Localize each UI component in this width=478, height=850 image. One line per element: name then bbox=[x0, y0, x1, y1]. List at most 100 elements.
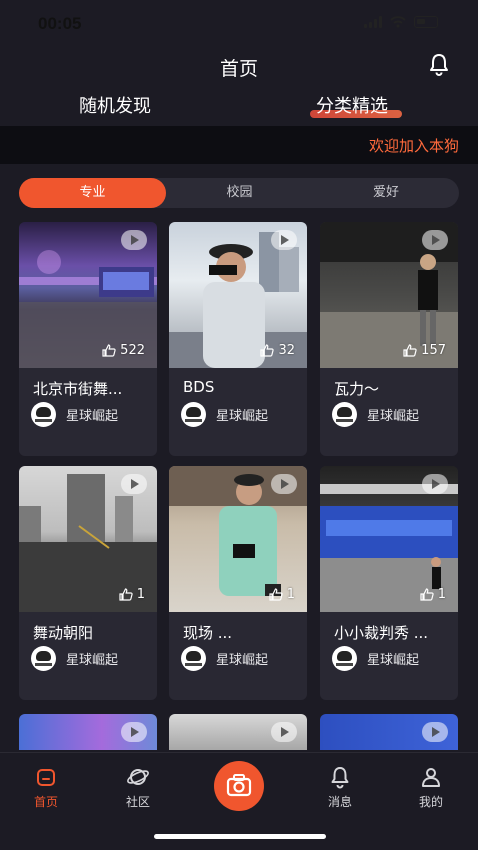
announcement-marquee: 欢迎加入本狗 bbox=[0, 126, 478, 164]
marquee-text: 欢迎加入本狗 bbox=[369, 137, 460, 155]
battery-icon bbox=[414, 16, 438, 28]
author: 星球崛起 bbox=[181, 646, 268, 671]
like-count: 1 bbox=[119, 587, 145, 602]
bell-icon bbox=[331, 767, 349, 789]
video-card[interactable]: 32 BDS 星球崛起 bbox=[169, 222, 307, 456]
top-tabs: 随机发现 分类精选 bbox=[0, 88, 478, 124]
avatar bbox=[31, 646, 56, 671]
like-count: 1 bbox=[269, 587, 295, 602]
author: 星球崛起 bbox=[181, 402, 268, 427]
camera-button[interactable] bbox=[214, 761, 264, 811]
like-count: 1 bbox=[420, 587, 446, 602]
thumbs-up-icon bbox=[102, 344, 116, 357]
video-thumbnail: 32 bbox=[169, 222, 307, 368]
tabbar-home-label: 首页 bbox=[33, 795, 58, 809]
card-title: 现场 ... bbox=[183, 624, 233, 642]
card-title: 小小裁判秀 ... bbox=[334, 624, 429, 642]
thumbs-up-icon bbox=[269, 588, 283, 601]
like-count-value: 32 bbox=[278, 343, 295, 358]
avatar bbox=[31, 402, 56, 427]
like-count-value: 1 bbox=[437, 587, 446, 602]
segment-campus[interactable]: 校园 bbox=[166, 178, 313, 208]
tabbar-profile[interactable]: 我的 bbox=[401, 765, 461, 810]
play-icon bbox=[121, 474, 147, 494]
header: 首页 bbox=[0, 44, 478, 84]
bell-icon[interactable] bbox=[428, 52, 450, 76]
video-card-peek[interactable] bbox=[320, 714, 458, 750]
like-count-value: 522 bbox=[120, 343, 145, 358]
tabbar-messages[interactable]: 消息 bbox=[310, 765, 370, 810]
play-icon bbox=[422, 230, 448, 250]
video-card[interactable]: 1 小小裁判秀 ... 星球崛起 bbox=[320, 466, 458, 700]
author-name: 星球崛起 bbox=[367, 409, 420, 424]
wifi-icon bbox=[390, 16, 406, 28]
author: 星球崛起 bbox=[31, 402, 118, 427]
like-count-value: 157 bbox=[421, 343, 446, 358]
video-card[interactable]: 1 现场 ... 星球崛起 bbox=[169, 466, 307, 700]
tabbar-profile-label: 我的 bbox=[418, 795, 443, 809]
play-icon bbox=[121, 230, 147, 250]
video-thumbnail: 1 bbox=[19, 466, 157, 612]
author-name: 星球崛起 bbox=[216, 653, 269, 668]
video-card[interactable]: 522 北京市街舞... 星球崛起 bbox=[19, 222, 157, 456]
card-title: 瓦力～ bbox=[334, 380, 380, 398]
video-card[interactable]: 1 舞动朝阳 星球崛起 bbox=[19, 466, 157, 700]
tabbar-home[interactable]: 首页 bbox=[16, 765, 76, 810]
video-thumbnail: 157 bbox=[320, 222, 458, 368]
camera-icon bbox=[226, 774, 252, 797]
like-count: 157 bbox=[403, 343, 446, 358]
video-thumbnail: 522 bbox=[19, 222, 157, 368]
author-name: 星球崛起 bbox=[66, 409, 119, 424]
video-card[interactable]: 157 瓦力～ 星球崛起 bbox=[320, 222, 458, 456]
status-bar: 00:05 bbox=[0, 0, 478, 44]
play-icon bbox=[422, 474, 448, 494]
segment-professional[interactable]: 专业 bbox=[19, 178, 166, 208]
play-icon bbox=[271, 474, 297, 494]
author: 星球崛起 bbox=[332, 646, 419, 671]
video-card-peek[interactable] bbox=[169, 714, 307, 750]
tab-category-selection[interactable]: 分类精选 bbox=[316, 92, 388, 118]
tab-category-selection-label: 分类精选 bbox=[316, 96, 388, 117]
user-icon bbox=[422, 768, 440, 787]
like-count: 522 bbox=[102, 343, 145, 358]
play-icon bbox=[271, 722, 297, 742]
play-icon bbox=[271, 230, 297, 250]
tab-random-discover[interactable]: 随机发现 bbox=[79, 92, 151, 118]
segment-hobby[interactable]: 爱好 bbox=[313, 178, 459, 208]
avatar bbox=[332, 402, 357, 427]
video-thumbnail: 1 bbox=[320, 466, 458, 612]
home-indicator bbox=[154, 834, 326, 839]
like-count-value: 1 bbox=[286, 587, 295, 602]
thumbs-up-icon bbox=[420, 588, 434, 601]
avatar bbox=[181, 646, 206, 671]
play-icon bbox=[422, 722, 448, 742]
video-card-peek[interactable] bbox=[19, 714, 157, 750]
avatar bbox=[181, 402, 206, 427]
thumbs-up-icon bbox=[119, 588, 133, 601]
thumbs-up-icon bbox=[260, 344, 275, 357]
home-icon bbox=[37, 769, 55, 786]
author: 星球崛起 bbox=[332, 402, 419, 427]
tabbar-community-label: 社区 bbox=[125, 795, 150, 809]
play-icon bbox=[121, 722, 147, 742]
like-count: 32 bbox=[260, 343, 295, 358]
thumbs-up-icon bbox=[403, 344, 417, 357]
like-count-value: 1 bbox=[136, 587, 145, 602]
avatar bbox=[332, 646, 357, 671]
status-time: 00:05 bbox=[38, 14, 82, 33]
tabbar-messages-label: 消息 bbox=[327, 795, 352, 809]
planet-icon bbox=[127, 769, 149, 785]
author: 星球崛起 bbox=[31, 646, 118, 671]
author-name: 星球崛起 bbox=[367, 653, 420, 668]
video-thumbnail: 1 bbox=[169, 466, 307, 612]
signal-icon bbox=[364, 16, 382, 28]
author-name: 星球崛起 bbox=[216, 409, 269, 424]
page-title: 首页 bbox=[219, 58, 258, 80]
card-title: BDS bbox=[183, 378, 215, 396]
category-segment: 专业 校园 爱好 bbox=[19, 178, 459, 208]
tabbar-community[interactable]: 社区 bbox=[108, 765, 168, 810]
author-name: 星球崛起 bbox=[66, 653, 119, 668]
status-icons bbox=[364, 16, 438, 28]
card-title: 北京市街舞... bbox=[33, 380, 123, 398]
card-title: 舞动朝阳 bbox=[33, 624, 94, 642]
